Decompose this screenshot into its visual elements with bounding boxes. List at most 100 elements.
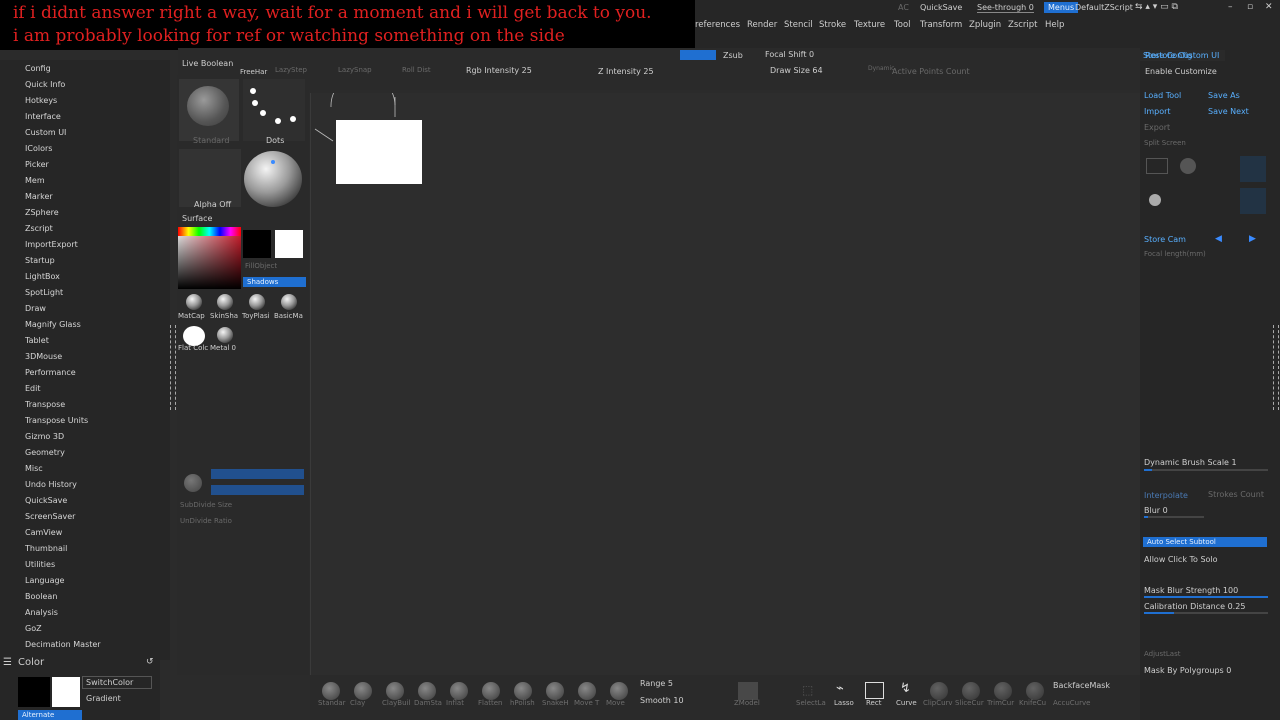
menu-tool[interactable]: Tool bbox=[894, 20, 911, 30]
zplugin-item-icolors[interactable]: IColors bbox=[25, 144, 52, 153]
brush-icon-7[interactable] bbox=[546, 682, 564, 700]
zplugin-item-tablet[interactable]: Tablet bbox=[25, 336, 49, 345]
matcap-icon[interactable] bbox=[186, 294, 202, 310]
frame-icon[interactable] bbox=[1240, 156, 1266, 182]
undivide-ratio-slider[interactable]: UnDivide Ratio bbox=[180, 517, 232, 525]
brush-icon-9[interactable] bbox=[610, 682, 628, 700]
dynamic-brush-scale-track[interactable] bbox=[1144, 469, 1268, 471]
split-screen-button[interactable]: Split Screen bbox=[1144, 139, 1186, 147]
color-picker-square[interactable] bbox=[178, 227, 241, 289]
blur-track[interactable] bbox=[1144, 516, 1204, 518]
zmodel-icon[interactable] bbox=[738, 682, 758, 700]
zplugin-item-lightbox[interactable]: LightBox bbox=[25, 272, 60, 281]
zplugin-item-transpose-units[interactable]: Transpose Units bbox=[25, 416, 88, 425]
draw-size-slider[interactable]: Draw Size 64 bbox=[770, 66, 823, 75]
restore-custom-ui-button[interactable]: Restore Custom UI bbox=[1145, 51, 1219, 60]
zplugin-item-decimation-master[interactable]: Decimation Master bbox=[25, 640, 101, 649]
stroke-thumbnail[interactable] bbox=[243, 79, 305, 141]
brush-thumbnail[interactable] bbox=[179, 79, 239, 141]
zadd-button[interactable] bbox=[680, 50, 716, 60]
hue-strip[interactable] bbox=[178, 227, 241, 236]
curve-icon[interactable]: ↯ bbox=[900, 681, 911, 696]
subdivide-size-slider[interactable]: SubDivide Size bbox=[180, 501, 232, 509]
menu-transform[interactable]: Transform bbox=[920, 20, 962, 30]
select-lasso-icon[interactable]: ⬚ bbox=[802, 683, 813, 697]
zplugin-item-analysis[interactable]: Analysis bbox=[25, 608, 58, 617]
menu-texture[interactable]: Texture bbox=[854, 20, 885, 30]
prev-cam-icon[interactable]: ◀ bbox=[1215, 234, 1222, 244]
allow-click-to-solo-button[interactable]: Allow Click To Solo bbox=[1144, 555, 1218, 564]
enable-customize-button[interactable]: Enable Customize bbox=[1145, 67, 1217, 76]
brush-icon-8[interactable] bbox=[578, 682, 596, 700]
zplugin-item-language[interactable]: Language bbox=[25, 576, 64, 585]
move-icon[interactable] bbox=[1240, 188, 1266, 214]
zplugin-item-camview[interactable]: CamView bbox=[25, 528, 62, 537]
zplugin-item-performance[interactable]: Performance bbox=[25, 368, 76, 377]
zplugin-item-picker[interactable]: Picker bbox=[25, 160, 49, 169]
menu-zscript[interactable]: Zscript bbox=[1008, 20, 1038, 30]
dynamic-toggle[interactable]: Dynamic bbox=[868, 65, 894, 72]
zplugin-item-goz[interactable]: GoZ bbox=[25, 624, 42, 633]
menu-render[interactable]: Render bbox=[747, 20, 777, 30]
clip-tool-icon-2[interactable] bbox=[994, 682, 1012, 700]
skinshade-icon[interactable] bbox=[217, 294, 233, 310]
gradient-button[interactable]: Gradient bbox=[86, 694, 121, 703]
lasso-icon[interactable]: ⌁ bbox=[836, 681, 844, 696]
right-tray-handle[interactable] bbox=[1273, 325, 1279, 410]
mask-by-polygroups-slider[interactable]: Mask By Polygroups 0 bbox=[1144, 666, 1231, 675]
subtool-button-2[interactable] bbox=[211, 485, 304, 495]
menu-help[interactable]: Help bbox=[1045, 20, 1064, 30]
adjust-last-slider[interactable]: AdjustLast bbox=[1144, 650, 1180, 658]
see-through-slider[interactable]: See-through 0 bbox=[977, 3, 1034, 13]
zplugin-item-interface[interactable]: Interface bbox=[25, 112, 61, 121]
quicksave-button[interactable]: QuickSave bbox=[920, 3, 962, 12]
metal-icon[interactable] bbox=[217, 327, 233, 343]
subtool-button-1[interactable] bbox=[211, 469, 304, 479]
brush-icon-0[interactable] bbox=[322, 682, 340, 700]
white-swatch[interactable] bbox=[275, 230, 303, 258]
minimize-icon[interactable]: – bbox=[1228, 2, 1233, 12]
zplugin-item-quicksave[interactable]: QuickSave bbox=[25, 496, 67, 505]
calibration-distance-track[interactable] bbox=[1144, 612, 1268, 614]
menus-toggle[interactable]: Menus bbox=[1044, 2, 1079, 13]
brush-icon-4[interactable] bbox=[450, 682, 468, 700]
accucurve-button[interactable]: AccuCurve bbox=[1053, 699, 1090, 707]
store-cam-button[interactable]: Store Cam bbox=[1144, 235, 1186, 244]
alternate-button[interactable]: Alternate bbox=[18, 710, 82, 720]
zplugin-item-misc[interactable]: Misc bbox=[25, 464, 43, 473]
close-icon[interactable]: ✕ bbox=[1265, 2, 1273, 12]
clip-tool-icon-1[interactable] bbox=[962, 682, 980, 700]
brush-icon-2[interactable] bbox=[386, 682, 404, 700]
clip-tool-icon-0[interactable] bbox=[930, 682, 948, 700]
save-next-button[interactable]: Save Next bbox=[1208, 107, 1249, 116]
zplugin-item-importexport[interactable]: ImportExport bbox=[25, 240, 78, 249]
brush-icon-3[interactable] bbox=[418, 682, 436, 700]
z-intensity-slider[interactable]: Z Intensity 25 bbox=[598, 67, 654, 76]
basicmaterial-icon[interactable] bbox=[281, 294, 297, 310]
zplugin-item-marker[interactable]: Marker bbox=[25, 192, 53, 201]
restore-icon[interactable]: ▫ bbox=[1247, 2, 1253, 12]
menu-stencil[interactable]: Stencil bbox=[784, 20, 813, 30]
zplugin-item-draw[interactable]: Draw bbox=[25, 304, 46, 313]
black-swatch[interactable] bbox=[243, 230, 271, 258]
white-plane[interactable] bbox=[336, 120, 422, 184]
import-button[interactable]: Import bbox=[1144, 107, 1171, 116]
switch-color-button[interactable]: SwitchColor bbox=[82, 676, 152, 689]
alpha-thumbnail[interactable] bbox=[179, 149, 241, 207]
rect-icon[interactable] bbox=[865, 682, 884, 699]
zplugin-item-transpose[interactable]: Transpose bbox=[25, 400, 65, 409]
subtool-icon[interactable] bbox=[184, 474, 202, 492]
lock-icon[interactable] bbox=[1180, 158, 1196, 174]
solo-icon[interactable] bbox=[1149, 194, 1161, 206]
smooth-slider[interactable]: Smooth 10 bbox=[640, 696, 684, 705]
zplugin-item-zscript[interactable]: Zscript bbox=[25, 224, 53, 233]
lazystep-slider[interactable]: LazyStep bbox=[275, 66, 307, 74]
zplugin-item-magnify-glass[interactable]: Magnify Glass bbox=[25, 320, 81, 329]
zplugin-item-geometry[interactable]: Geometry bbox=[25, 448, 65, 457]
dynamic-brush-scale-slider[interactable]: Dynamic Brush Scale 1 bbox=[1144, 458, 1237, 467]
interpolate-button[interactable]: Interpolate bbox=[1144, 491, 1188, 500]
brush-icon-6[interactable] bbox=[514, 682, 532, 700]
secondary-color-swatch[interactable] bbox=[18, 677, 50, 707]
toyplastic-icon[interactable] bbox=[249, 294, 265, 310]
rgb-intensity-slider[interactable]: Rgb Intensity 25 bbox=[466, 66, 532, 75]
